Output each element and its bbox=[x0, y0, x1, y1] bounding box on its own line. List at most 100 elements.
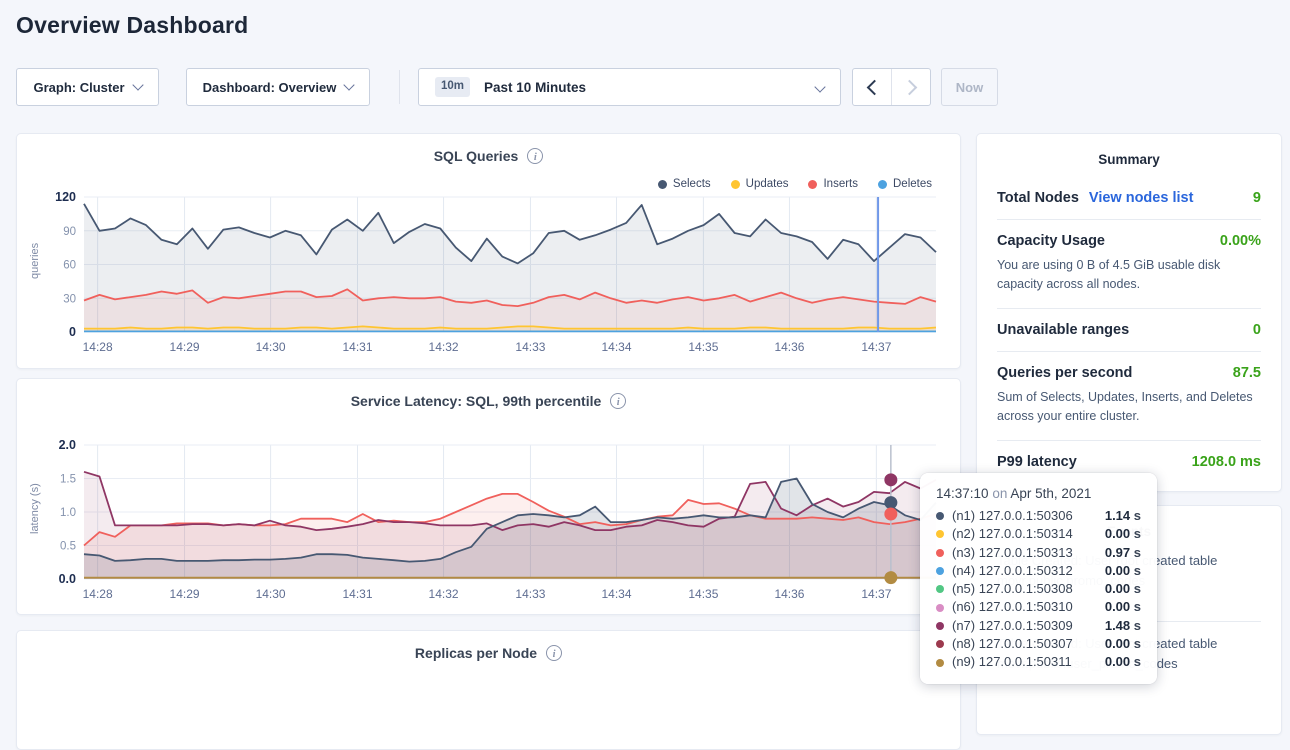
svg-text:90: 90 bbox=[63, 226, 76, 238]
tooltip-row: (n6) 127.0.0.1:50310 0.00 s bbox=[936, 598, 1141, 616]
summary-title: Summary bbox=[997, 134, 1261, 167]
chart-title: Service Latency: SQL, 99th percentile bbox=[351, 393, 602, 409]
chevron-down-icon bbox=[814, 81, 825, 92]
series-dot-icon bbox=[936, 659, 944, 667]
series-dot-icon bbox=[936, 567, 944, 575]
info-icon[interactable] bbox=[527, 148, 543, 164]
legend-item: Deletes bbox=[878, 178, 932, 190]
tooltip-node-label: (n3) 127.0.0.1:50313 bbox=[952, 544, 1073, 562]
legend-dot-icon bbox=[658, 180, 667, 189]
divider bbox=[399, 70, 400, 104]
time-range-badge: 10m bbox=[435, 77, 470, 97]
tooltip-unit: s bbox=[1134, 636, 1141, 651]
now-button[interactable]: Now bbox=[941, 68, 998, 106]
legend-dot-icon bbox=[731, 180, 740, 189]
legend-dot-icon bbox=[808, 180, 817, 189]
tooltip-node-label: (n6) 127.0.0.1:50310 bbox=[952, 598, 1073, 616]
summary-row-main: Capacity Usage0.00% bbox=[997, 233, 1261, 249]
svg-text:14:31: 14:31 bbox=[342, 340, 372, 354]
time-range-selector[interactable]: 10m Past 10 Minutes bbox=[418, 68, 841, 106]
svg-text:120: 120 bbox=[55, 192, 76, 204]
legend-label: Selects bbox=[673, 178, 711, 190]
summary-value: 1208.0 ms bbox=[1192, 454, 1261, 470]
svg-text:14:37: 14:37 bbox=[861, 587, 891, 601]
svg-text:14:36: 14:36 bbox=[774, 587, 804, 601]
svg-text:14:37: 14:37 bbox=[861, 340, 891, 354]
service-latency-chart[interactable]: 14:2814:2914:3014:3114:3214:3314:3414:35… bbox=[25, 440, 940, 607]
replicas-per-node-chart-card: Replicas per Node bbox=[16, 630, 961, 750]
summary-row: Unavailable ranges0 bbox=[997, 309, 1261, 351]
time-range-label: Past 10 Minutes bbox=[484, 80, 586, 95]
tooltip-node-label: (n7) 127.0.0.1:50309 bbox=[952, 617, 1073, 635]
legend-label: Updates bbox=[746, 178, 789, 190]
tooltip-row: (n3) 127.0.0.1:50313 0.97 s bbox=[936, 544, 1141, 562]
chevron-down-icon bbox=[344, 79, 355, 90]
summary-subtext: Sum of Selects, Updates, Inserts, and De… bbox=[997, 388, 1261, 427]
tooltip-unit: s bbox=[1134, 581, 1141, 596]
tooltip-node-label: (n5) 127.0.0.1:50308 bbox=[952, 580, 1073, 598]
dashboard-selector[interactable]: Dashboard: Overview bbox=[186, 68, 370, 106]
summary-panel: Summary Total NodesView nodes list9Capac… bbox=[976, 133, 1282, 492]
tooltip-node-label: (n9) 127.0.0.1:50311 bbox=[952, 653, 1072, 671]
time-next-button[interactable] bbox=[891, 69, 930, 105]
svg-text:14:30: 14:30 bbox=[256, 340, 286, 354]
summary-label: Total Nodes bbox=[997, 190, 1079, 206]
series-dot-icon bbox=[936, 512, 944, 520]
chevron-left-icon bbox=[866, 79, 882, 95]
page-title: Overview Dashboard bbox=[16, 12, 248, 39]
summary-label: Unavailable ranges bbox=[997, 322, 1129, 338]
summary-row: Queries per second 87.5 Sum of Selects, Up… bbox=[997, 352, 1261, 440]
svg-text:14:29: 14:29 bbox=[170, 587, 200, 601]
tooltip-on: on bbox=[992, 486, 1007, 501]
tooltip-timestamp: 14:37:10 on Apr 5th, 2021 bbox=[936, 486, 1141, 501]
svg-text:0.5: 0.5 bbox=[60, 541, 76, 553]
graph-selector-label: Graph: Cluster bbox=[33, 80, 124, 95]
svg-text:0: 0 bbox=[69, 325, 76, 339]
tooltip-node-label: (n8) 127.0.0.1:50307 bbox=[952, 635, 1073, 653]
tooltip-unit: s bbox=[1134, 563, 1141, 578]
svg-text:14:28: 14:28 bbox=[83, 587, 113, 601]
series-dot-icon bbox=[936, 530, 944, 538]
service-latency-chart-card: Service Latency: SQL, 99th percentile la… bbox=[16, 378, 961, 615]
chart-hover-tooltip: 14:37:10 on Apr 5th, 2021 (n1) 127.0.0.1… bbox=[920, 473, 1157, 684]
chevron-down-icon bbox=[132, 79, 143, 90]
view-nodes-list-link[interactable]: View nodes list bbox=[1089, 190, 1194, 206]
tooltip-node-label: (n4) 127.0.0.1:50312 bbox=[952, 562, 1073, 580]
tooltip-row: (n1) 127.0.0.1:50306 1.14 s bbox=[936, 507, 1141, 525]
summary-label: P99 latency bbox=[997, 454, 1077, 470]
summary-value: 87.5 bbox=[1233, 365, 1261, 381]
tooltip-row: (n9) 127.0.0.1:50311 0.00 s bbox=[936, 653, 1141, 671]
tooltip-unit: s bbox=[1134, 545, 1141, 560]
time-prev-button[interactable] bbox=[853, 69, 891, 105]
tooltip-row: (n5) 127.0.0.1:503080.00 s bbox=[936, 580, 1141, 598]
tooltip-value: 0.97 s bbox=[1105, 544, 1141, 562]
summary-row: Total NodesView nodes list9 bbox=[997, 177, 1261, 219]
legend-label: Inserts bbox=[823, 178, 858, 190]
tooltip-unit: s bbox=[1134, 618, 1141, 633]
svg-text:2.0: 2.0 bbox=[59, 440, 76, 452]
graph-selector[interactable]: Graph: Cluster bbox=[16, 68, 159, 106]
info-icon[interactable] bbox=[610, 393, 626, 409]
svg-text:14:33: 14:33 bbox=[515, 340, 545, 354]
tooltip-value: 0.00 s bbox=[1105, 653, 1141, 671]
tooltip-value: 0.00 s bbox=[1105, 598, 1141, 616]
time-pager bbox=[852, 68, 931, 106]
svg-text:30: 30 bbox=[63, 293, 76, 305]
info-icon[interactable] bbox=[546, 645, 562, 661]
sql-queries-chart-card: SQL Queries Selects Updates Inserts Deletes… bbox=[16, 133, 961, 369]
tooltip-value: 1.14 s bbox=[1105, 507, 1141, 525]
svg-text:14:35: 14:35 bbox=[688, 587, 718, 601]
tooltip-node-label: (n1) 127.0.0.1:50306 bbox=[952, 507, 1073, 525]
chart-title: SQL Queries bbox=[434, 148, 519, 164]
summary-label: Queries per second bbox=[997, 365, 1132, 381]
tooltip-row: (n2) 127.0.0.1:503140.00 s bbox=[936, 525, 1141, 543]
series-dot-icon bbox=[936, 622, 944, 630]
series-dot-icon bbox=[936, 604, 944, 612]
tooltip-row: (n8) 127.0.0.1:503070.00 s bbox=[936, 635, 1141, 653]
svg-text:14:34: 14:34 bbox=[601, 340, 631, 354]
sql-queries-chart[interactable]: 14:2814:2914:3014:3114:3214:3314:3414:35… bbox=[25, 192, 940, 360]
summary-row-main: P99 latency 1208.0 ms bbox=[997, 454, 1261, 470]
tooltip-unit: s bbox=[1134, 526, 1141, 541]
tooltip-unit: s bbox=[1134, 654, 1141, 669]
chart-title: Replicas per Node bbox=[415, 645, 537, 661]
